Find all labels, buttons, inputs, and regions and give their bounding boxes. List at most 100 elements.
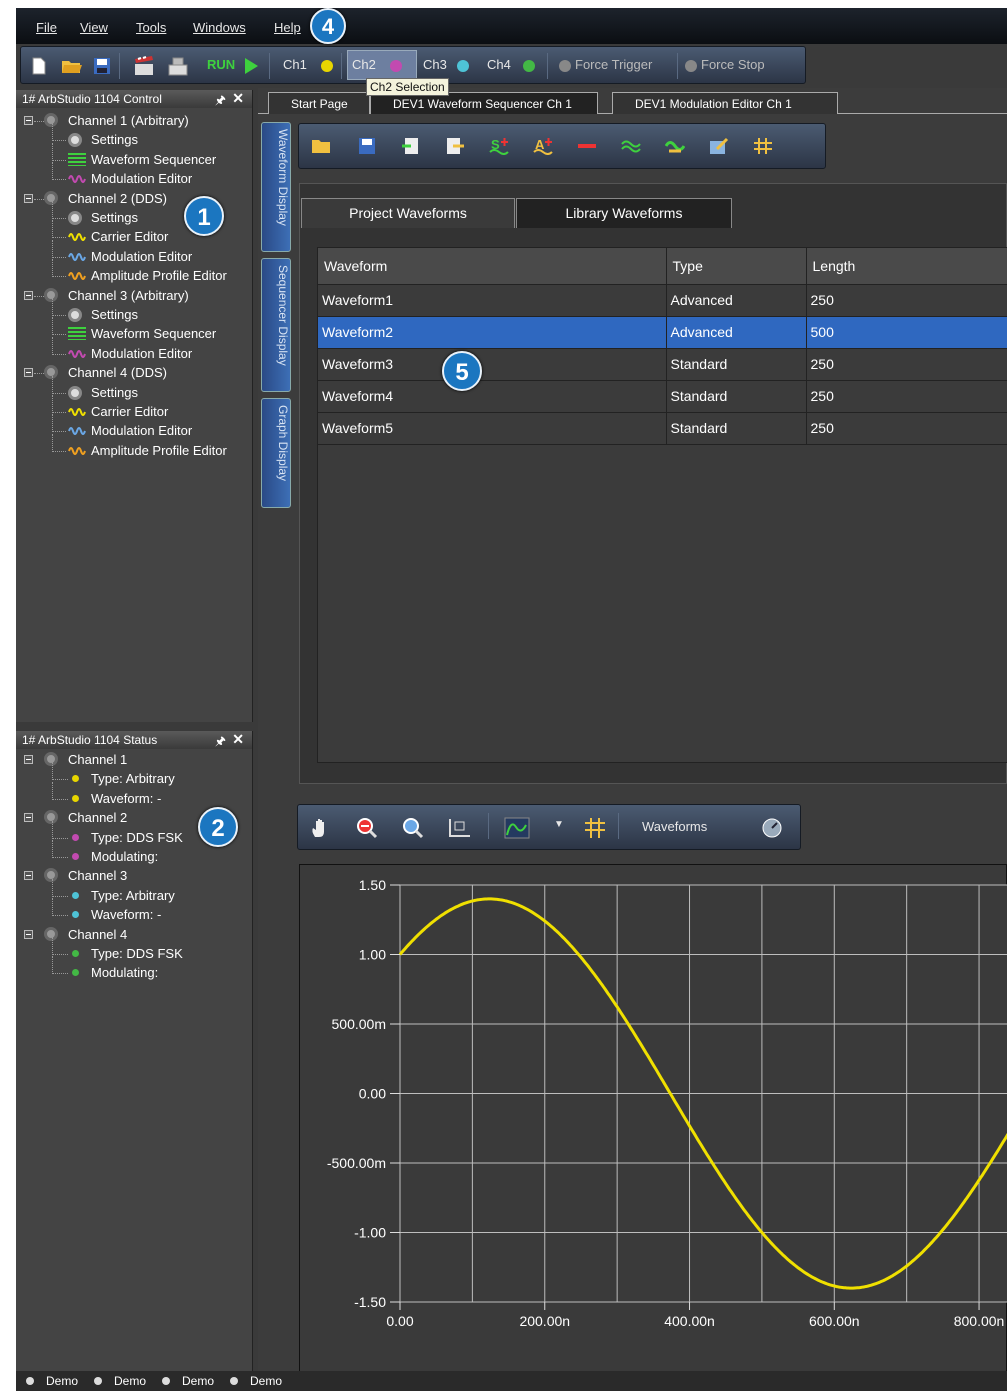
tree-line <box>52 375 53 394</box>
tab-library-waveforms[interactable]: Library Waveforms <box>516 198 732 228</box>
zoom-out-icon[interactable] <box>356 817 378 839</box>
status-bar: Demo Demo Demo Demo <box>16 1371 1007 1391</box>
channel-icon <box>44 926 58 941</box>
tab-sequencer-display[interactable]: Sequencer Display <box>261 258 291 392</box>
tree-line <box>34 295 44 297</box>
force-stop-button[interactable]: Force Stop <box>701 57 765 72</box>
status-dot <box>230 1377 238 1385</box>
close-icon[interactable]: ✕ <box>232 731 244 748</box>
collapse-icon[interactable] <box>24 929 33 939</box>
collapse-icon[interactable] <box>24 368 33 378</box>
status-dot <box>72 794 79 802</box>
ch1-label[interactable]: Ch1 <box>283 57 307 72</box>
open-folder-icon[interactable] <box>61 57 83 75</box>
grid-icon[interactable] <box>753 137 773 155</box>
control-panel-title-text: 1# ArbStudio 1104 Control <box>22 92 162 106</box>
pan-hand-icon[interactable] <box>310 817 332 839</box>
status-tree-item[interactable]: Waveform: - <box>16 781 252 808</box>
status-dot <box>72 911 79 919</box>
status-tree-item[interactable]: Modulating: <box>16 956 252 982</box>
add-standard-waveform-icon[interactable]: S <box>489 137 509 155</box>
tree-item[interactable]: Modulation Editor <box>16 336 252 363</box>
tab-waveform-display[interactable]: Waveform Display <box>261 122 291 252</box>
ch1-indicator <box>321 60 333 72</box>
chevron-down-icon[interactable]: ▼ <box>554 819 564 830</box>
open-icon[interactable] <box>311 137 331 155</box>
tree-item-label: Channel 1 (Arbitrary) <box>68 113 189 128</box>
menu-view[interactable]: View <box>80 20 108 35</box>
tree-line <box>52 256 66 258</box>
waveforms-dropdown[interactable]: Waveforms <box>642 819 707 834</box>
tree-item[interactable]: Amplitude Profile Editor <box>16 259 252 285</box>
menu-windows[interactable]: Windows <box>193 20 246 35</box>
collapse-icon[interactable] <box>24 813 33 823</box>
combine-wave-icon[interactable] <box>665 137 685 155</box>
duplicate-wave-icon[interactable] <box>621 137 641 155</box>
tree-line <box>52 142 53 161</box>
column-header-type[interactable]: Type <box>666 248 807 285</box>
zoom-fit-icon[interactable] <box>448 817 472 839</box>
menu-tools[interactable]: Tools <box>136 20 166 35</box>
menu-help[interactable]: Help <box>274 20 301 35</box>
status-item-label: Modulating: <box>91 965 159 981</box>
table-row[interactable]: Waveform3 Standard 250 <box>318 348 1007 381</box>
pin-icon[interactable]: 🖈 <box>215 732 226 753</box>
tree-item[interactable]: Amplitude Profile Editor <box>16 433 252 460</box>
table-cell: 250 <box>806 348 1007 381</box>
ch3-label[interactable]: Ch3 <box>423 57 447 72</box>
add-advanced-waveform-icon[interactable]: A <box>533 137 553 155</box>
collapse-icon[interactable] <box>24 755 33 764</box>
tab-start-page[interactable]: Start Page <box>268 92 370 114</box>
table-row[interactable]: Waveform5 Standard 250 <box>318 412 1007 445</box>
column-header-length[interactable]: Length <box>806 248 1007 285</box>
table-row[interactable]: Waveform1 Advanced 250 <box>318 284 1007 317</box>
status-tree-item[interactable]: Modulating: <box>16 840 252 866</box>
tree-line <box>52 781 53 800</box>
tab-modulation-editor[interactable]: DEV1 Modulation Editor Ch 1 <box>612 92 838 114</box>
menu-file[interactable]: File <box>36 20 57 35</box>
save-icon[interactable] <box>357 137 377 155</box>
grid-icon[interactable] <box>584 817 606 839</box>
tree-line <box>52 898 53 917</box>
status-item-label: Channel 3 <box>68 868 128 884</box>
waveform-chart[interactable]: 1.501.00500.00m0.00-500.00m-1.00-1.500.0… <box>300 865 1007 1382</box>
table-row[interactable]: Waveform4 Standard 250 <box>318 380 1007 413</box>
tree-item-label: Modulation Editor <box>91 345 193 361</box>
export-icon[interactable] <box>445 137 465 155</box>
tree-line <box>52 412 66 413</box>
tab-graph-display[interactable]: Graph Display <box>261 398 291 508</box>
gear-icon <box>44 190 58 205</box>
zoom-in-icon[interactable] <box>402 817 424 839</box>
device-icon[interactable] <box>167 55 189 77</box>
tab-project-waveforms[interactable]: Project Waveforms <box>301 198 515 228</box>
x-tick-label: 400.00n <box>664 1313 715 1329</box>
chart-type-icon[interactable] <box>504 817 530 839</box>
tree-item[interactable]: Modulation Editor <box>16 162 252 188</box>
save-icon[interactable] <box>93 57 111 75</box>
ch2-button[interactable]: Ch2 <box>347 50 417 80</box>
status-dot <box>72 891 79 899</box>
table-row[interactable]: Waveform2 Advanced 500 <box>318 316 1007 349</box>
clapperboard-icon[interactable] <box>133 55 155 77</box>
close-icon[interactable]: ✕ <box>232 90 244 107</box>
run-label[interactable]: RUN <box>207 57 235 72</box>
status-dot <box>72 833 79 841</box>
remove-icon[interactable] <box>577 137 597 155</box>
column-header-waveform[interactable]: Waveform <box>318 248 667 285</box>
gauge-icon[interactable] <box>760 817 784 839</box>
play-icon[interactable] <box>243 57 259 75</box>
collapse-icon[interactable] <box>24 116 33 125</box>
new-file-icon[interactable] <box>31 57 47 75</box>
edit-icon[interactable] <box>709 137 729 155</box>
ch4-label[interactable]: Ch4 <box>487 57 511 72</box>
collapse-icon[interactable] <box>24 193 33 203</box>
force-trigger-button[interactable]: Force Trigger <box>575 57 652 72</box>
collapse-icon[interactable] <box>24 871 33 881</box>
waveform-graph: 1.50 1.00 500.00m 0.00 -500.00m -1.00 -1.50 0.0… <box>299 864 1007 1381</box>
status-tree-item[interactable]: Waveform: - <box>16 898 252 924</box>
collapse-icon[interactable] <box>24 290 33 300</box>
status-demo-2: Demo <box>114 1374 147 1388</box>
y-tick-label: 1.00 <box>359 947 386 963</box>
import-icon[interactable] <box>401 137 421 155</box>
pin-icon[interactable]: 🖈 <box>215 91 226 112</box>
